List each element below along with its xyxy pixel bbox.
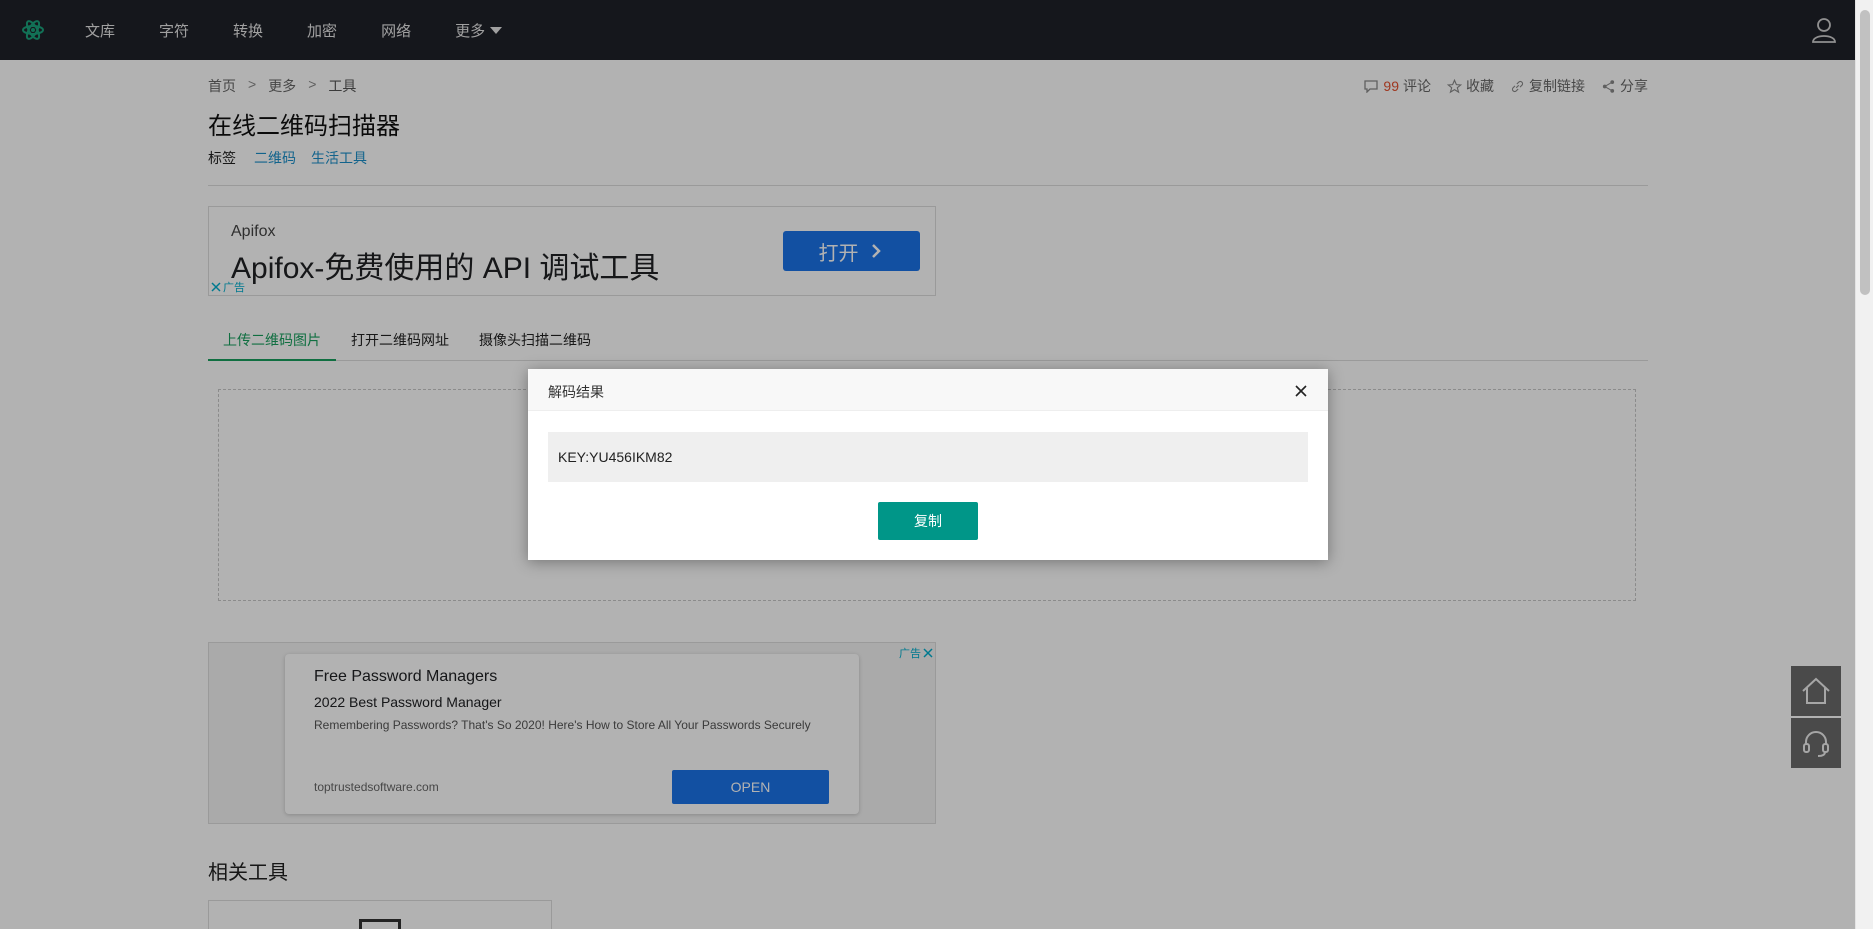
decode-result-text[interactable]: KEY:YU456IKM82 xyxy=(558,449,672,465)
copy-button[interactable]: 复制 xyxy=(878,502,978,540)
decode-result-box[interactable]: KEY:YU456IKM82 xyxy=(548,432,1308,482)
dialog-title: 解码结果 xyxy=(548,384,604,400)
scrollbar-thumb[interactable] xyxy=(1860,10,1870,295)
close-icon[interactable] xyxy=(1294,384,1308,398)
dialog-header: 解码结果 xyxy=(528,369,1328,411)
decode-result-dialog: 解码结果 KEY:YU456IKM82 复制 xyxy=(528,369,1328,560)
page-scrollbar[interactable] xyxy=(1855,0,1873,929)
